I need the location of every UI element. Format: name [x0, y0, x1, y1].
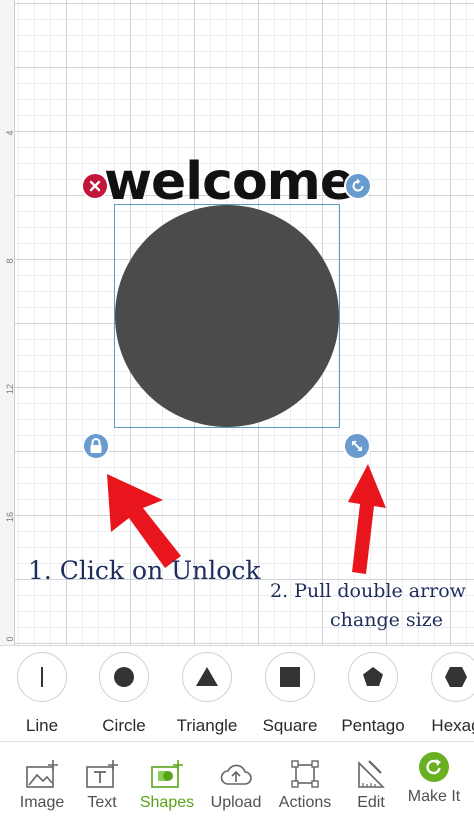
shapes-add-icon — [151, 760, 183, 788]
toolbar-image[interactable]: Image — [8, 758, 76, 812]
toolbar-edit[interactable]: Edit — [337, 758, 405, 812]
pentagon-icon — [363, 667, 383, 686]
shape-label: Triangle — [176, 716, 238, 735]
shape-option-line[interactable]: Line — [0, 652, 84, 736]
shape-label: Circle — [102, 716, 146, 735]
annotation-step-2-cont: change size — [330, 609, 443, 631]
toolbar-label: Shapes — [139, 794, 195, 811]
annotation-arrow-resize — [348, 464, 386, 574]
shape-option-circle[interactable]: Circle — [82, 652, 166, 736]
shape-option-hexagon[interactable]: Hexag — [414, 652, 474, 736]
close-icon — [89, 180, 101, 192]
ruler-tick: 12 — [5, 384, 15, 395]
circle-shape-button[interactable] — [99, 652, 149, 702]
upload-cloud-icon — [220, 764, 252, 785]
image-add-icon — [26, 760, 58, 788]
text-add-icon — [86, 760, 118, 788]
annotation-step-2: 2. Pull double arrow — [270, 580, 466, 602]
triangle-shape-button[interactable] — [182, 652, 232, 702]
hexagon-shape-button[interactable] — [431, 652, 474, 702]
ruler-tick: 0 — [5, 636, 15, 642]
make-it-icon — [419, 752, 449, 782]
design-canvas[interactable]: 4 8 12 16 0 welcome 1. Click on Unlock 2… — [0, 0, 474, 645]
delete-handle[interactable] — [81, 172, 109, 200]
rotate-handle[interactable] — [344, 172, 372, 200]
lock-icon — [90, 438, 102, 453]
shape-label: Line — [25, 716, 59, 735]
ruler-tick: 8 — [5, 258, 15, 264]
toolbar-label: Image — [19, 794, 65, 811]
line-shape-button[interactable] — [17, 652, 67, 702]
toolbar-upload[interactable]: Upload — [202, 758, 270, 812]
annotation-step-1: 1. Click on Unlock — [28, 556, 261, 585]
toolbar-label: Actions — [278, 794, 332, 811]
shape-option-triangle[interactable]: Triangle — [165, 652, 249, 736]
toolbar-actions[interactable]: Actions — [271, 758, 339, 812]
shape-option-square[interactable]: Square — [248, 652, 332, 736]
pentagon-shape-button[interactable] — [348, 652, 398, 702]
toolbar-shapes[interactable]: Shapes — [133, 758, 201, 812]
shape-label: Square — [262, 716, 318, 735]
actions-icon — [291, 760, 319, 788]
lock-proportions-handle[interactable] — [82, 432, 110, 460]
toolbar-label: Edit — [357, 794, 385, 811]
shape-option-pentagon[interactable]: Pentago — [331, 652, 415, 736]
make-it-label: Make It — [407, 788, 461, 805]
vertical-ruler: 4 8 12 16 0 — [0, 0, 15, 645]
toolbar-label: Upload — [210, 794, 262, 811]
double-arrow-icon — [352, 441, 362, 451]
resize-handle[interactable] — [343, 432, 371, 460]
circle-icon — [114, 667, 134, 687]
triangle-icon — [196, 667, 218, 686]
square-icon — [280, 667, 300, 687]
ruler-tick: 16 — [5, 512, 15, 523]
annotation-arrow-unlock — [107, 474, 181, 568]
selection-bounding-box — [114, 204, 340, 428]
shapes-panel: Line Circle Triangle Square Pentago Hexa… — [0, 645, 474, 742]
hexagon-icon — [445, 667, 467, 687]
line-icon — [41, 667, 43, 687]
toolbar-text[interactable]: Text — [68, 758, 136, 812]
welcome-text-object[interactable]: welcome — [104, 152, 355, 212]
make-it-button[interactable]: Make It — [402, 752, 466, 806]
rotate-icon — [352, 178, 364, 192]
edit-ruler-icon — [358, 760, 385, 788]
shape-label: Hexag — [431, 716, 474, 735]
shape-label: Pentago — [341, 716, 405, 735]
toolbar-label: Text — [87, 794, 117, 811]
square-shape-button[interactable] — [265, 652, 315, 702]
ruler-tick: 4 — [5, 130, 15, 136]
